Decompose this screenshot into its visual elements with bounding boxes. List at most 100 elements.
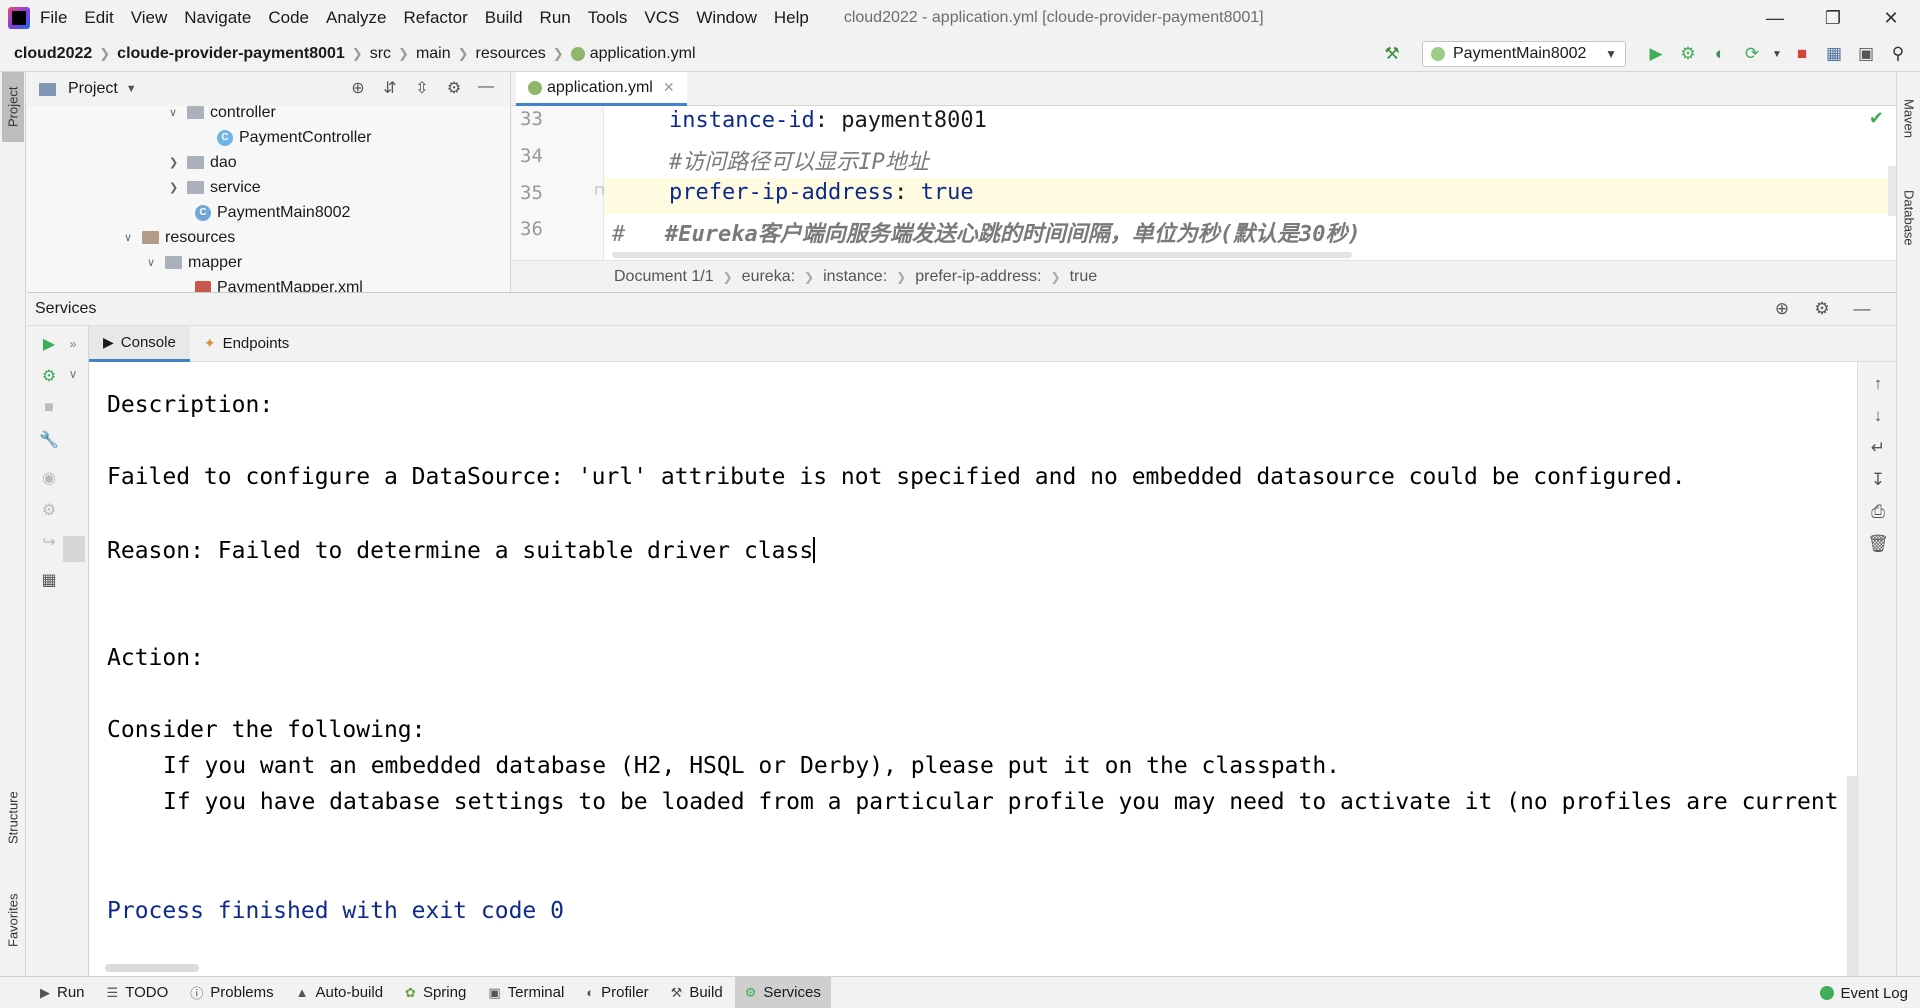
hide-panel-icon[interactable]: —	[470, 78, 502, 98]
tool-tab-build[interactable]: ⚒ Build	[661, 977, 733, 1008]
console-output[interactable]: Description: Failed to configure a DataS…	[89, 362, 1857, 976]
expand-all-icon[interactable]: ⇵	[374, 78, 406, 98]
vertical-scrollbar[interactable]	[1888, 166, 1896, 216]
collapse-all-icon[interactable]: ⇳	[406, 78, 438, 98]
tree-item-payment-controller[interactable]: C PaymentController	[217, 125, 372, 150]
tool-tab-problems[interactable]: ⓘ Problems	[180, 977, 283, 1008]
close-tab-icon[interactable]: ✕	[663, 79, 675, 96]
folder-icon	[187, 106, 204, 119]
tool-tab-services[interactable]: ⚙ Services	[734, 976, 831, 1008]
stop-icon[interactable]: ■	[35, 394, 63, 422]
settings-gear-icon[interactable]: ⚙	[1802, 299, 1842, 319]
code-editor[interactable]: 33 34 35 36 ⊓ instance-id: payment8001 #…	[512, 106, 1896, 260]
restore-icon[interactable]: ❐	[1804, 0, 1862, 36]
menu-vcs[interactable]: VCS	[644, 8, 679, 28]
editor-breadcrumb-eureka[interactable]: eureka:	[742, 268, 795, 286]
editor-breadcrumb-prefer-ip[interactable]: prefer-ip-address:	[915, 268, 1041, 286]
tool-tab-run[interactable]: ▶ Run	[30, 977, 95, 1008]
settings-gear-icon[interactable]: ⚙	[438, 78, 470, 98]
tool-tab-profiler[interactable]: ◐ Profiler	[576, 977, 658, 1008]
layout-icon[interactable]: ▦	[35, 566, 63, 594]
editor-breadcrumb-document[interactable]: Document 1/1	[614, 268, 714, 286]
crosshair-icon[interactable]: ⊕	[1762, 299, 1802, 319]
close-window-icon[interactable]: ✕	[1862, 0, 1920, 36]
breadcrumb-src[interactable]: src	[370, 45, 391, 63]
locate-file-icon[interactable]: ⊕	[342, 78, 374, 98]
expand-toolbar-icon[interactable]: »	[63, 330, 83, 358]
profile-icon[interactable]: ⟳	[1736, 39, 1768, 69]
database-tool-tab[interactable]: Database	[1898, 172, 1920, 264]
menu-view[interactable]: View	[131, 8, 168, 28]
breadcrumb-file[interactable]: application.yml	[590, 45, 696, 63]
tree-item-payment-main[interactable]: C PaymentMain8002	[195, 200, 350, 225]
exit-icon[interactable]: ↪	[35, 528, 63, 556]
hide-panel-icon[interactable]: —	[1842, 299, 1882, 319]
menu-window[interactable]: Window	[696, 8, 756, 28]
maven-tool-tab[interactable]: Maven	[1898, 84, 1920, 154]
trash-icon[interactable]: 🗑	[1864, 530, 1892, 558]
scroll-to-end-icon[interactable]: ↧	[1864, 466, 1892, 494]
chevron-down-icon[interactable]: ∨	[63, 360, 83, 388]
tree-item-payment-mapper-xml[interactable]: PaymentMapper.xml	[195, 275, 363, 292]
breadcrumb-project[interactable]: cloud2022	[14, 45, 92, 63]
search-everywhere-icon[interactable]: ⚲	[1882, 39, 1914, 69]
menu-tools[interactable]: Tools	[588, 8, 628, 28]
project-panel-title[interactable]: Project	[68, 80, 118, 98]
favorites-tool-tab[interactable]: Favorites	[2, 878, 24, 962]
tree-item-dao[interactable]: ❯ dao	[169, 150, 237, 175]
console-vertical-scrollbar[interactable]	[1847, 776, 1857, 976]
run-icon[interactable]: ▶	[35, 330, 63, 358]
more-run-options-icon[interactable]: ▼	[1768, 39, 1786, 69]
soft-wrap-icon[interactable]: ↵	[1864, 434, 1892, 462]
menu-analyze[interactable]: Analyze	[326, 8, 386, 28]
coverage-icon[interactable]: ◐	[1704, 39, 1736, 69]
horizontal-scrollbar[interactable]	[612, 252, 1352, 258]
breadcrumb-main[interactable]: main	[416, 45, 451, 63]
menu-run[interactable]: Run	[540, 8, 571, 28]
settings-disabled-icon[interactable]: ⚙	[35, 496, 63, 524]
editor-breadcrumb-instance[interactable]: instance:	[823, 268, 887, 286]
project-tool-tab[interactable]: Project	[2, 72, 24, 142]
tool-tab-spring[interactable]: ✿ Spring	[395, 977, 476, 1008]
print-icon[interactable]: ⎙	[1864, 498, 1892, 526]
tool-tab-todo[interactable]: ☰ TODO	[97, 977, 179, 1008]
console-horizontal-scrollbar[interactable]	[105, 964, 199, 972]
camera-icon[interactable]: ◉	[35, 464, 63, 492]
tool-tab-terminal[interactable]: ▣ Terminal	[478, 977, 574, 1008]
inspection-ok-icon[interactable]: ✔	[1869, 108, 1884, 129]
menu-navigate[interactable]: Navigate	[184, 8, 251, 28]
build-hammer-icon[interactable]: ⚒	[1376, 39, 1408, 69]
event-log-button[interactable]: Event Log	[1820, 977, 1908, 1008]
tree-item-mapper[interactable]: ∨ mapper	[147, 250, 242, 275]
editor-tab-application-yml[interactable]: application.yml ✕	[516, 72, 687, 106]
menu-file[interactable]: File	[40, 8, 67, 28]
breadcrumb-resources[interactable]: resources	[476, 45, 546, 63]
tab-endpoints[interactable]: ✦ Endpoints	[190, 326, 303, 362]
debug-icon[interactable]: ⚙	[35, 362, 63, 390]
tree-item-service[interactable]: ❯ service	[169, 175, 261, 200]
fold-marker-icon[interactable]: ⊓	[594, 182, 605, 199]
tool-tab-auto-build[interactable]: ▲ Auto-build	[286, 977, 393, 1008]
tree-item-controller[interactable]: ∨ controller	[169, 100, 276, 125]
minimize-icon[interactable]: —	[1746, 0, 1804, 36]
arrow-down-icon[interactable]: ↓	[1864, 402, 1892, 430]
tree-item-resources[interactable]: ∨ resources	[124, 225, 235, 250]
run-configuration-select[interactable]: PaymentMain8002 ▼	[1422, 41, 1626, 67]
terminal-window-icon[interactable]: ▣	[1850, 39, 1882, 69]
debug-icon[interactable]: ⚙	[1672, 39, 1704, 69]
menu-build[interactable]: Build	[485, 8, 523, 28]
structure-tool-tab[interactable]: Structure	[2, 772, 24, 864]
menu-code[interactable]: Code	[268, 8, 309, 28]
breadcrumb-module[interactable]: cloude-provider-payment8001	[117, 45, 345, 63]
menu-help[interactable]: Help	[774, 8, 809, 28]
menu-refactor[interactable]: Refactor	[403, 8, 467, 28]
menu-edit[interactable]: Edit	[84, 8, 113, 28]
chevron-down-icon[interactable]: ▼	[126, 83, 137, 95]
stop-icon[interactable]: ■	[1786, 39, 1818, 69]
tab-console[interactable]: ▶ Console	[89, 325, 190, 362]
run-icon[interactable]: ▶	[1640, 39, 1672, 69]
project-structure-icon[interactable]: ▦	[1818, 39, 1850, 69]
editor-breadcrumb-true[interactable]: true	[1070, 268, 1098, 286]
arrow-up-icon[interactable]: ↑	[1864, 370, 1892, 398]
wrench-icon[interactable]: 🔧	[35, 426, 63, 454]
